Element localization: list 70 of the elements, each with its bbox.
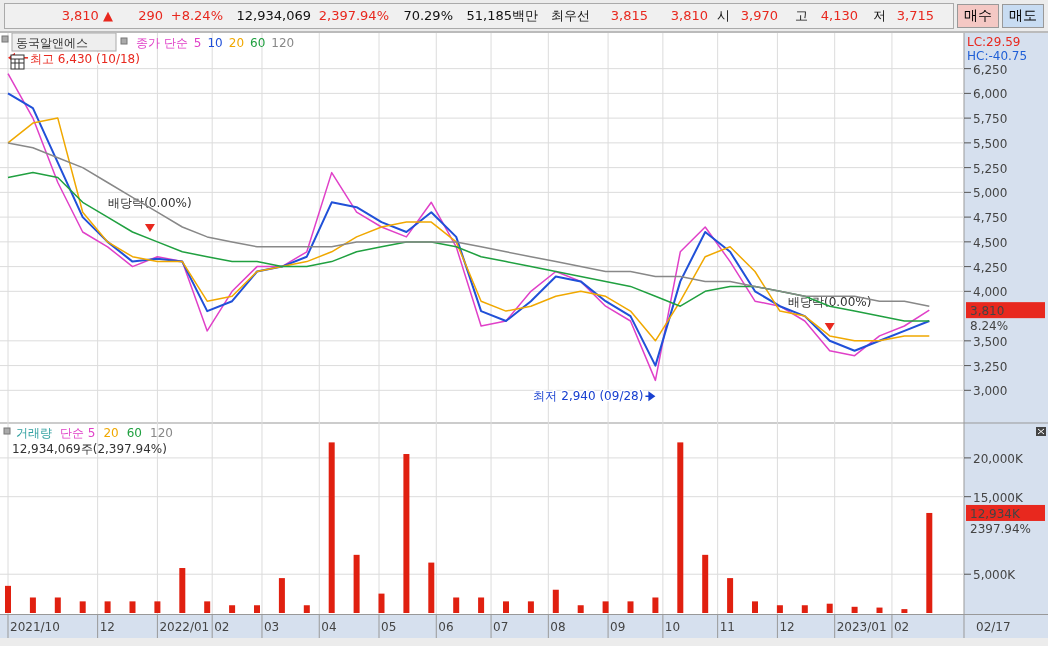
date-label: 02 <box>893 620 910 634</box>
quote-value: 3,715 <box>895 8 935 23</box>
quote-value: +8.24% <box>169 8 224 23</box>
quote-value: 시 <box>716 6 731 25</box>
quote-value: 51,185백만 <box>465 6 539 25</box>
square-icon <box>3 427 11 435</box>
date-label: 05 <box>381 620 397 634</box>
quote-value: 3,970 <box>739 8 779 23</box>
quote-value: 4,130 <box>819 8 859 23</box>
last-price-badge: 3,810 <box>966 302 1045 319</box>
quote-value: 고 <box>794 6 809 25</box>
down-triangle-icon <box>144 223 155 232</box>
last-volume-ratio: 2397.94% <box>970 521 1032 536</box>
price-tick-label: 5,750 <box>973 112 1008 127</box>
hc-value: HC:-40.75 <box>967 49 1028 63</box>
square-icon <box>120 37 128 45</box>
stock-name-button[interactable]: 동국알앤에스 <box>11 33 117 52</box>
date-label: 04 <box>321 620 337 634</box>
lc-value: LC:29.59 <box>967 35 1021 49</box>
date-label: 12 <box>779 620 795 634</box>
volume-tick-label: 15,000K <box>973 490 1023 505</box>
buy-button[interactable]: 매수 <box>957 3 1000 28</box>
price-tick-label: 4,000 <box>973 285 1008 300</box>
price-tick-label: 4,250 <box>973 260 1008 275</box>
date-label: 2022/01 <box>159 620 210 634</box>
date-label: 08 <box>550 620 566 634</box>
down-triangle-icon <box>824 322 835 331</box>
collapse-icon[interactable] <box>1036 427 1046 436</box>
date-label: 2021/10 <box>10 620 60 634</box>
date-label: 02 <box>214 620 230 634</box>
last-change: 8.24% <box>970 319 1009 334</box>
quote-value: 70.29% <box>402 8 454 23</box>
date-label: 03 <box>264 620 280 634</box>
date-label: 09 <box>610 620 626 634</box>
price-tick-label: 5,500 <box>973 136 1008 151</box>
current-date: 02/17 <box>976 620 1011 634</box>
volume-legend: 거래량 단순 5 20 60 120 <box>16 426 173 440</box>
date-label: 06 <box>438 620 454 634</box>
price-tick-label: 4,500 <box>973 235 1008 250</box>
date-label: 2023/01 <box>836 620 887 634</box>
quote-value: 290 <box>137 8 164 23</box>
price-tick-label: 6,000 <box>973 87 1008 102</box>
right-arrow-icon <box>644 391 656 402</box>
price-tick-label: 5,250 <box>973 161 1008 176</box>
quote-value: 3,810 <box>669 8 709 23</box>
volume-tick-label: 20,000K <box>973 451 1023 466</box>
quote-value: 저 <box>872 6 887 25</box>
quote-value: 최우선 <box>550 6 591 25</box>
volume-summary: 12,934,069주(2,397.94%) <box>12 442 167 456</box>
low-price-label: 최저 2,940 (09/28) <box>533 389 644 404</box>
date-label: 07 <box>493 620 509 634</box>
price-tick-label: 3,500 <box>973 334 1008 349</box>
quote-value: 2,397.94% <box>317 8 390 23</box>
price-tick-label: 3,250 <box>973 359 1008 374</box>
quote-value: 3,810 ▲ <box>60 8 114 23</box>
price-tick-label: 3,000 <box>973 384 1008 399</box>
date-label: 12 <box>99 620 115 634</box>
legend-text: 종가 단순 5 10 20 60 120 <box>136 36 295 50</box>
date-label: 11 <box>719 620 735 634</box>
sell-button[interactable]: 매도 <box>1002 3 1044 28</box>
price-tick-label: 4,750 <box>973 211 1008 226</box>
quote-value: 3,815 <box>609 8 649 23</box>
quote-value: 12,934,069 <box>235 8 312 23</box>
price-tick-label: 5,000 <box>973 186 1008 201</box>
price-tick-label: 6,250 <box>973 62 1008 77</box>
date-label: 10 <box>664 620 681 634</box>
volume-tick-label: 5,000K <box>973 568 1016 583</box>
calendar-icon[interactable] <box>10 54 25 70</box>
high-price-label: 최고 6,430 (10/18) <box>30 51 140 66</box>
square-icon <box>1 35 9 43</box>
